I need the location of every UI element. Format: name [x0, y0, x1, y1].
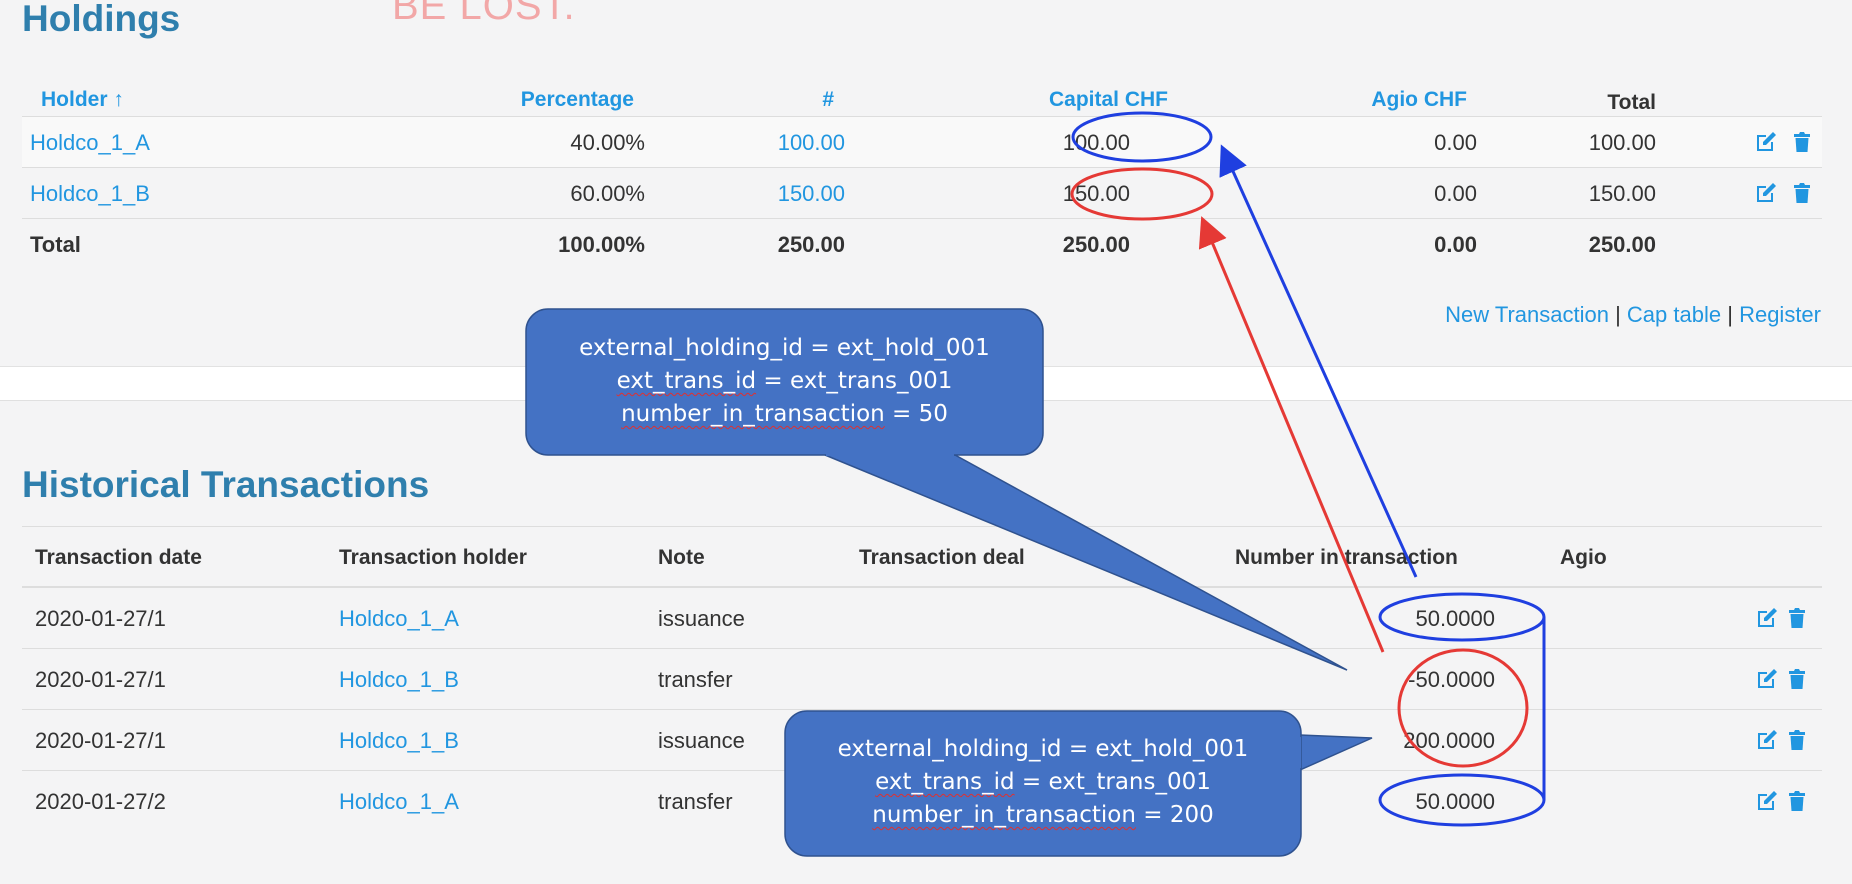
callout-line: external_holding_id = ext_hold_001 — [579, 335, 990, 361]
trash-icon[interactable] — [1785, 728, 1809, 752]
ghost-text: BE LOST. — [392, 0, 576, 28]
number-cell: -50.0000 — [1408, 667, 1495, 692]
historical-title: Historical Transactions — [22, 464, 430, 505]
trash-icon[interactable] — [1790, 130, 1814, 154]
edit-icon[interactable] — [1754, 181, 1778, 205]
date-cell: 2020-01-27/1 — [35, 728, 166, 753]
note-cell: transfer — [658, 667, 733, 692]
col-holder-header: Transaction holder — [339, 546, 527, 569]
total-total: 250.00 — [1588, 232, 1656, 257]
holder-link[interactable]: Holdco_1_A — [30, 130, 150, 156]
agio-cell: 0.00 — [1434, 181, 1477, 206]
col-date-header: Transaction date — [35, 546, 202, 569]
total-label: Total — [30, 232, 81, 257]
percentage-cell: 40.00% — [570, 130, 645, 155]
holder-link[interactable]: Holdco_1_A — [339, 789, 459, 815]
note-cell: issuance — [658, 606, 745, 631]
callout-bottom-text: external_holding_id = ext_hold_001 ext_t… — [785, 733, 1301, 832]
trash-icon[interactable] — [1785, 667, 1809, 691]
count-link[interactable]: 150.00 — [672, 181, 845, 207]
col-agio-header[interactable]: Agio CHF — [1222, 88, 1467, 112]
holder-link[interactable]: Holdco_1_B — [30, 181, 150, 207]
callout-line: number_in_transaction = 200 — [872, 802, 1214, 828]
edit-icon[interactable] — [1755, 606, 1779, 630]
count-link[interactable]: 100.00 — [672, 130, 845, 156]
capital-cell: 150.00 — [1062, 181, 1130, 206]
holdings-header-row: Holder ↑ Percentage # Capital CHF Agio C… — [22, 68, 1822, 118]
number-cell: 50.0000 — [1415, 606, 1495, 631]
holding-row: Holdco_1_A 40.00% 100.00 100.00 0.00 100… — [22, 117, 1822, 168]
trash-icon[interactable] — [1785, 606, 1809, 630]
cap-table-link[interactable]: Cap table — [1627, 302, 1721, 327]
col-deal-header: Transaction deal — [859, 546, 1025, 569]
edit-icon[interactable] — [1755, 667, 1779, 691]
date-cell: 2020-01-27/1 — [35, 667, 166, 692]
agio-cell: 0.00 — [1434, 130, 1477, 155]
col-total-header: Total — [1607, 91, 1656, 114]
trash-icon[interactable] — [1785, 789, 1809, 813]
holdings-total-row: Total 100.00% 250.00 250.00 0.00 250.00 — [22, 219, 1822, 269]
transaction-row: 2020-01-27/1 Holdco_1_B transfer -50.000… — [22, 649, 1822, 710]
edit-icon[interactable] — [1755, 789, 1779, 813]
col-number-header: Number in transaction — [1235, 546, 1458, 569]
callout-line: external_holding_id = ext_hold_001 — [837, 736, 1249, 762]
edit-icon[interactable] — [1755, 728, 1779, 752]
note-cell: transfer — [658, 789, 733, 814]
link-separator: | — [1727, 302, 1733, 327]
col-holder-header[interactable]: Holder ↑ — [41, 88, 124, 112]
total-percentage: 100.00% — [558, 232, 645, 257]
register-link[interactable]: Register — [1739, 302, 1821, 327]
callout-top-text: external_holding_id = ext_hold_001 ext_t… — [526, 332, 1043, 431]
holding-row: Holdco_1_B 60.00% 150.00 150.00 0.00 150… — [22, 168, 1822, 219]
holder-link[interactable]: Holdco_1_B — [339, 667, 459, 693]
holdings-panel: BE LOST. Holdings Holder ↑ Percentage # … — [0, 0, 1852, 367]
col-note-header: Note — [658, 546, 705, 569]
col-count-header[interactable]: # — [722, 88, 834, 112]
transaction-row: 2020-01-27/1 Holdco_1_A issuance 50.0000 — [22, 588, 1822, 649]
percentage-cell: 60.00% — [570, 181, 645, 206]
holdings-links: New Transaction | Cap table | Register — [1445, 302, 1821, 328]
note-cell: issuance — [658, 728, 745, 753]
total-capital: 250.00 — [1062, 232, 1130, 257]
new-transaction-link[interactable]: New Transaction — [1445, 302, 1609, 327]
col-agio-header: Agio — [1560, 546, 1607, 569]
holder-link[interactable]: Holdco_1_B — [339, 728, 459, 754]
trash-icon[interactable] — [1790, 181, 1814, 205]
date-cell: 2020-01-27/2 — [35, 789, 166, 814]
total-agio: 0.00 — [1434, 232, 1477, 257]
historical-header-row: Transaction date Transaction holder Note… — [22, 528, 1822, 588]
total-cell: 150.00 — [1588, 181, 1656, 206]
col-capital-header[interactable]: Capital CHF — [922, 88, 1168, 112]
col-percentage-header[interactable]: Percentage — [402, 88, 634, 112]
divider — [22, 526, 1822, 527]
holdings-title: Holdings — [22, 0, 181, 39]
edit-icon[interactable] — [1754, 130, 1778, 154]
callout-line: ext_trans_id = ext_trans_001 — [875, 769, 1211, 795]
total-count: 250.00 — [777, 232, 845, 257]
callout-line: number_in_transaction = 50 — [621, 401, 948, 427]
link-separator: | — [1615, 302, 1621, 327]
number-cell: 200.0000 — [1403, 728, 1495, 753]
date-cell: 2020-01-27/1 — [35, 606, 166, 631]
callout-line: ext_trans_id = ext_trans_001 — [616, 368, 953, 394]
number-cell: 50.0000 — [1415, 789, 1495, 814]
total-cell: 100.00 — [1588, 130, 1656, 155]
holder-link[interactable]: Holdco_1_A — [339, 606, 459, 632]
capital-cell: 100.00 — [1062, 130, 1130, 155]
